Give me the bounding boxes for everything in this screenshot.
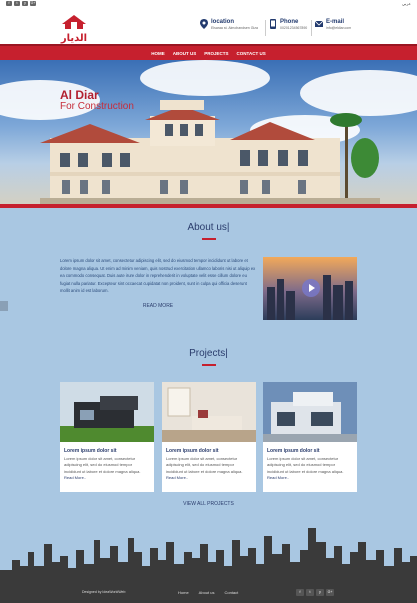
top-bar: f t y G+ عربي bbox=[0, 0, 417, 8]
project-card[interactable]: Lorem ipsum dolor sit Lorem ipsum dolor … bbox=[162, 382, 256, 492]
project-title: Lorem ipsum dolor sit bbox=[166, 448, 219, 454]
header-divider bbox=[265, 20, 266, 36]
header-divider bbox=[311, 20, 312, 36]
youtube-icon[interactable]: y bbox=[22, 1, 28, 6]
phone-value[interactable]: 00201234567890 bbox=[280, 26, 307, 30]
project-read-more-link[interactable]: Read More.. bbox=[162, 475, 256, 480]
facebook-icon[interactable]: f bbox=[296, 589, 304, 596]
project-read-more-link[interactable]: Read More.. bbox=[60, 475, 154, 480]
email-title: E-mail bbox=[326, 19, 345, 25]
location-title: location bbox=[211, 19, 235, 25]
house-logo-icon: الديار bbox=[60, 15, 87, 44]
hero-bottom-bar bbox=[0, 204, 417, 208]
projects-title-underline bbox=[202, 364, 216, 366]
footer-link-contact[interactable]: Contact bbox=[224, 590, 238, 595]
project-title: Lorem ipsum dolor sit bbox=[64, 448, 117, 454]
project-description: Lorem ipsum dolor sit amet, consectetur … bbox=[64, 456, 141, 474]
email-value[interactable]: info@eldiar.com bbox=[326, 26, 351, 30]
living-room-image bbox=[162, 382, 256, 442]
footer-links: Home About us Contact bbox=[178, 590, 238, 595]
nav-projects[interactable]: PROJECTS bbox=[204, 51, 228, 56]
site-header: الديار location Elsaraa st. Almohandsen … bbox=[0, 8, 417, 44]
language-switch[interactable]: عربي bbox=[402, 1, 411, 6]
view-all-projects-link[interactable]: VIEW ALL PROJECTS bbox=[0, 501, 417, 507]
project-title: Lorem ipsum dolor sit bbox=[267, 448, 320, 454]
modern-house-image bbox=[60, 382, 154, 442]
about-read-more-link[interactable]: READ MORE bbox=[0, 303, 316, 309]
project-image bbox=[60, 382, 154, 442]
hero-banner: Al Diar For Construction bbox=[0, 60, 417, 208]
project-image bbox=[162, 382, 256, 442]
location-pin-icon bbox=[200, 19, 208, 29]
cloud-decoration bbox=[140, 60, 270, 96]
nav-contact-us[interactable]: CONTACT US bbox=[237, 51, 266, 56]
location-value: Elsaraa st. Almohandsen Giza bbox=[211, 26, 258, 30]
twitter-icon[interactable]: t bbox=[14, 1, 20, 6]
footer-link-about-us[interactable]: About us bbox=[199, 590, 215, 595]
hero-title: Al Diar bbox=[60, 88, 99, 102]
phone-block: Phone 00201234567890 bbox=[269, 19, 307, 30]
twitter-icon[interactable]: t bbox=[306, 589, 314, 596]
project-description: Lorem ipsum dolor sit amet, consectetur … bbox=[267, 456, 344, 474]
phone-title: Phone bbox=[280, 19, 299, 25]
hero-subtitle: For Construction bbox=[60, 101, 134, 112]
about-title: About us| bbox=[187, 222, 230, 233]
play-icon[interactable] bbox=[302, 279, 320, 297]
envelope-icon bbox=[315, 20, 323, 27]
villa-image bbox=[263, 382, 357, 442]
about-line: mollit anim id est laborum. bbox=[60, 288, 109, 294]
top-social-links: f t y G+ bbox=[6, 1, 36, 6]
facebook-icon[interactable]: f bbox=[6, 1, 12, 6]
footer-social-links: f t y G+ bbox=[296, 589, 334, 596]
phone-icon bbox=[270, 19, 276, 29]
main-nav: HOME ABOUT US PROJECTS CONTACT US bbox=[0, 44, 417, 60]
skyline-silhouette bbox=[0, 528, 417, 585]
about-video[interactable] bbox=[263, 257, 357, 320]
about-text: Lorem ipsum dolor sit amet, consectetur … bbox=[60, 257, 256, 295]
location-block: location Elsaraa st. Almohandsen Giza bbox=[200, 19, 258, 30]
about-title-underline bbox=[202, 238, 216, 240]
project-description: Lorem ipsum dolor sit amet, consectetur … bbox=[166, 456, 243, 474]
project-card[interactable]: Lorem ipsum dolor sit Lorem ipsum dolor … bbox=[263, 382, 357, 492]
site-footer: Designed by IdeaWorldWeb Home About us C… bbox=[0, 585, 417, 603]
project-card[interactable]: Lorem ipsum dolor sit Lorem ipsum dolor … bbox=[60, 382, 154, 492]
about-line: fugiat nulla pariatur. Excepteur sint oc… bbox=[60, 280, 247, 286]
about-line: ea commodo consequat. Duis aute irure do… bbox=[60, 273, 247, 279]
footer-link-home[interactable]: Home bbox=[178, 590, 189, 595]
nav-about-us[interactable]: ABOUT US bbox=[173, 51, 197, 56]
about-line: Lorem ipsum dolor sit amet, consectetur … bbox=[60, 258, 248, 263]
email-block: E-mail info@eldiar.com bbox=[315, 19, 351, 30]
building-image bbox=[40, 100, 380, 208]
youtube-icon[interactable]: y bbox=[316, 589, 324, 596]
project-image bbox=[263, 382, 357, 442]
footer-copyright: Designed by IdeaWorldWeb bbox=[82, 590, 126, 594]
projects-title: Projects| bbox=[189, 348, 228, 359]
google-plus-icon[interactable]: G+ bbox=[30, 1, 36, 6]
site-logo[interactable]: الديار bbox=[58, 14, 90, 44]
logo-text: الديار bbox=[60, 33, 87, 44]
project-read-more-link[interactable]: Read More.. bbox=[263, 475, 357, 480]
google-plus-icon[interactable]: G+ bbox=[326, 589, 334, 596]
nav-home[interactable]: HOME bbox=[151, 51, 165, 56]
about-line: dolore magna aliqua. Ut enim ad minim ve… bbox=[60, 265, 256, 271]
